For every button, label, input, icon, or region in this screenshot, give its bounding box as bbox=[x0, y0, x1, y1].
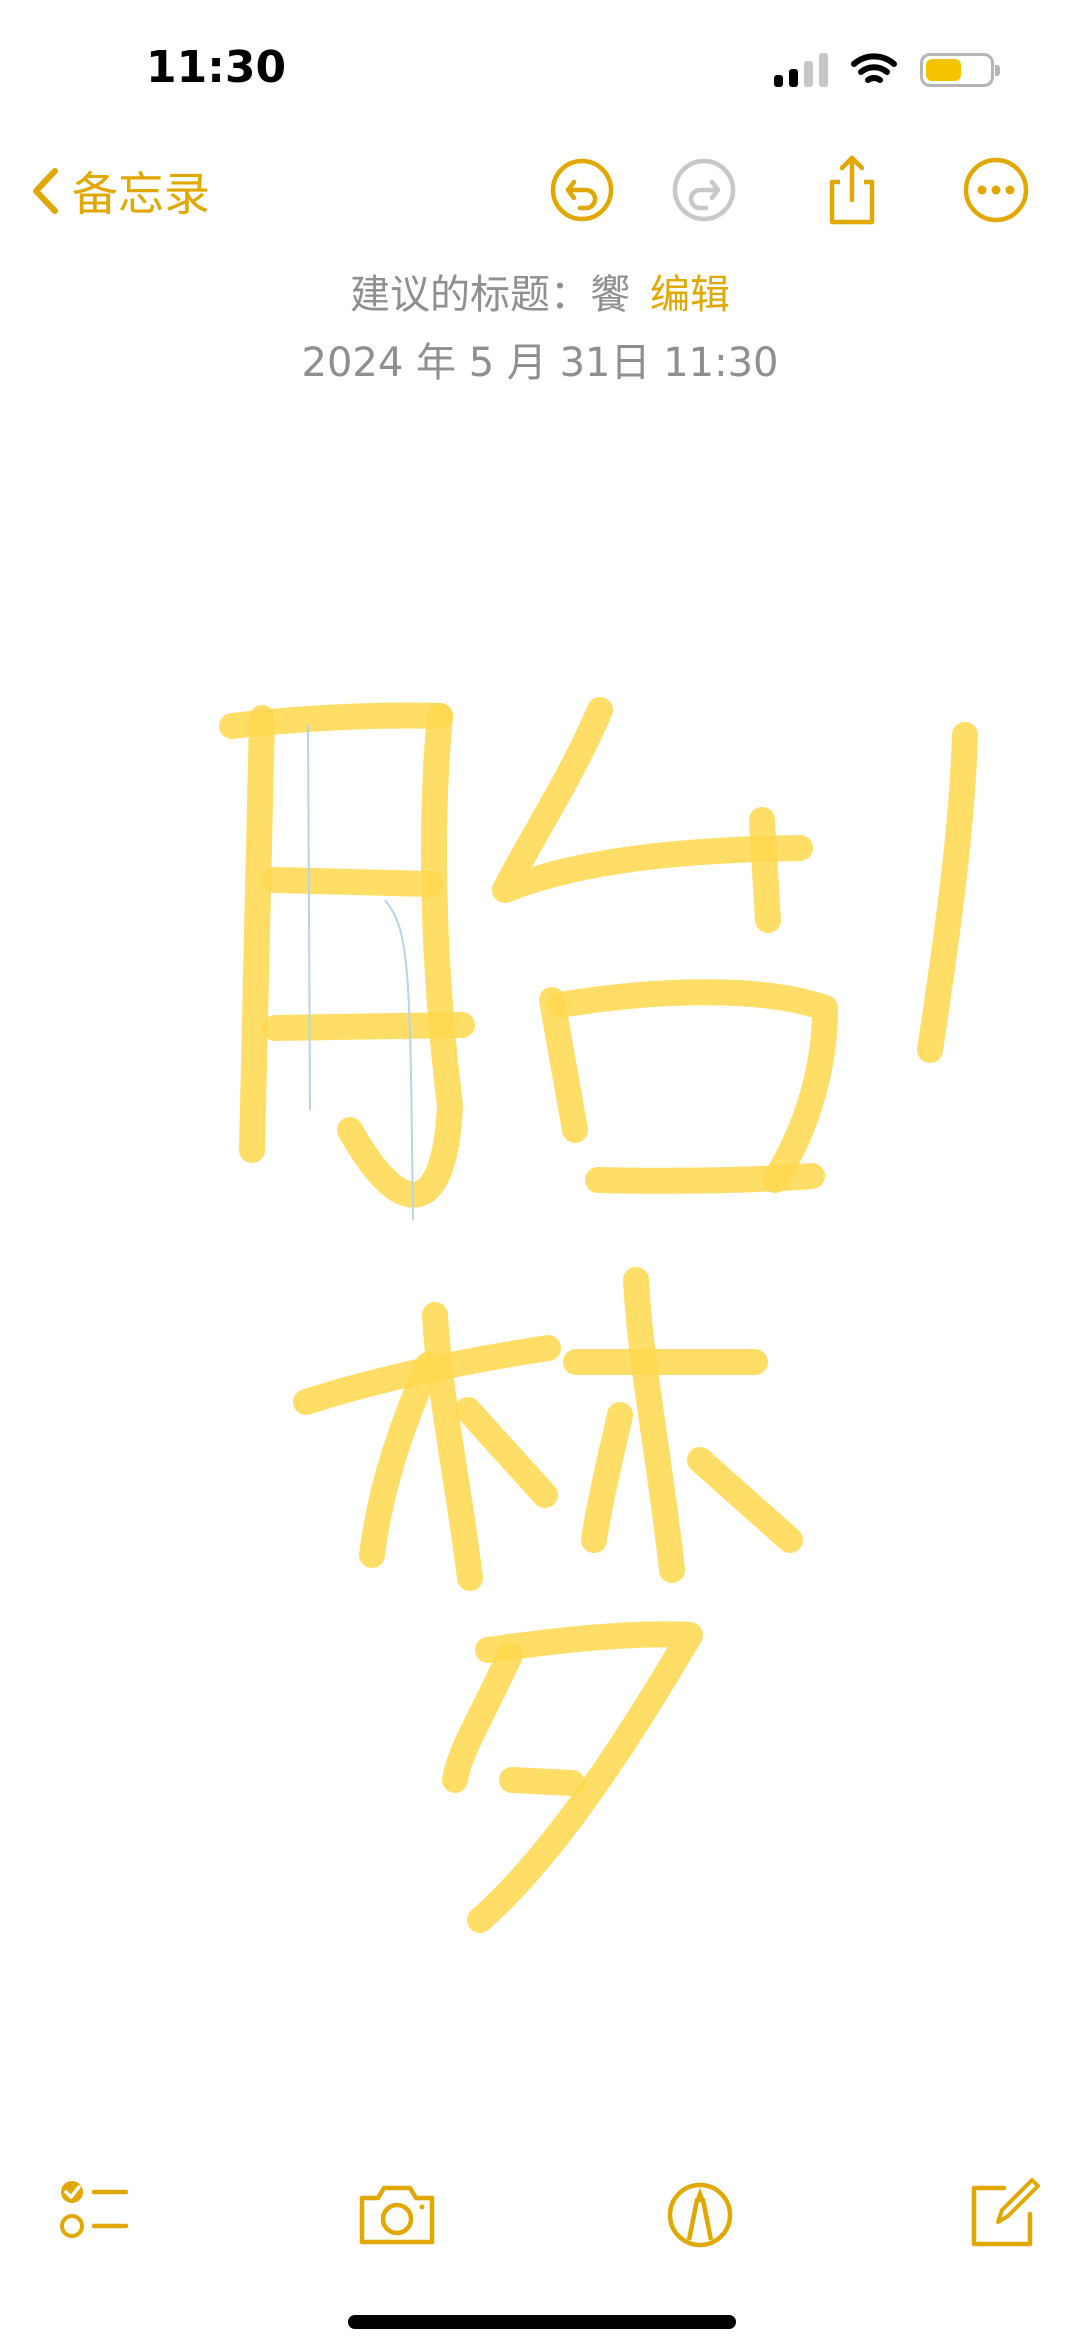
stroke bbox=[585, 1163, 825, 1194]
stroke bbox=[219, 702, 453, 739]
stroke bbox=[455, 1397, 558, 1508]
back-button[interactable]: 备忘录 bbox=[30, 158, 210, 224]
battery-level bbox=[926, 59, 962, 81]
redo-icon[interactable] bbox=[666, 152, 742, 228]
markup-pen-icon[interactable] bbox=[655, 2170, 745, 2260]
nav-bar: 备忘录 bbox=[0, 140, 1080, 240]
compose-icon[interactable] bbox=[958, 2170, 1048, 2260]
battery-icon bbox=[920, 53, 1000, 87]
stroke bbox=[539, 987, 588, 1143]
edit-title-button[interactable]: 编辑 bbox=[650, 272, 730, 318]
handwriting-strokes bbox=[219, 697, 978, 1933]
stroke bbox=[262, 1012, 475, 1041]
suggested-title-value: 饗 bbox=[590, 272, 630, 318]
status-time: 11:30 bbox=[146, 42, 287, 93]
cellular-signal-icon bbox=[774, 53, 828, 87]
chevron-left-icon bbox=[33, 168, 58, 214]
home-indicator[interactable] bbox=[348, 2315, 736, 2329]
stroke bbox=[547, 979, 838, 1193]
stroke bbox=[623, 1267, 685, 1583]
stroke bbox=[917, 722, 978, 1063]
note-date: 2024 年 5 月 31日 11:30 bbox=[301, 340, 779, 386]
undo-icon[interactable] bbox=[544, 152, 620, 228]
suggested-title-bar: 建议的标题：饗 编辑 bbox=[0, 262, 1080, 320]
stroke bbox=[499, 1767, 585, 1796]
more-icon[interactable] bbox=[958, 152, 1034, 228]
stroke bbox=[337, 703, 463, 1208]
bottom-toolbar bbox=[0, 2170, 1080, 2270]
camera-icon[interactable] bbox=[352, 2170, 442, 2260]
wifi-icon bbox=[851, 53, 897, 83]
stroke bbox=[687, 1447, 803, 1553]
stroke bbox=[239, 705, 275, 1163]
checklist-icon[interactable] bbox=[52, 2170, 142, 2260]
drawing-canvas[interactable] bbox=[0, 400, 1080, 2120]
status-bar: 11:30 bbox=[0, 0, 1080, 130]
stroke bbox=[442, 1642, 523, 1793]
stroke bbox=[749, 807, 781, 933]
stroke bbox=[262, 867, 443, 897]
status-icons bbox=[774, 52, 1000, 88]
suggested-title-label: 建议的标题： bbox=[350, 272, 590, 318]
share-icon[interactable] bbox=[814, 152, 890, 228]
stroke bbox=[581, 1402, 633, 1553]
back-label: 备忘录 bbox=[72, 167, 210, 221]
